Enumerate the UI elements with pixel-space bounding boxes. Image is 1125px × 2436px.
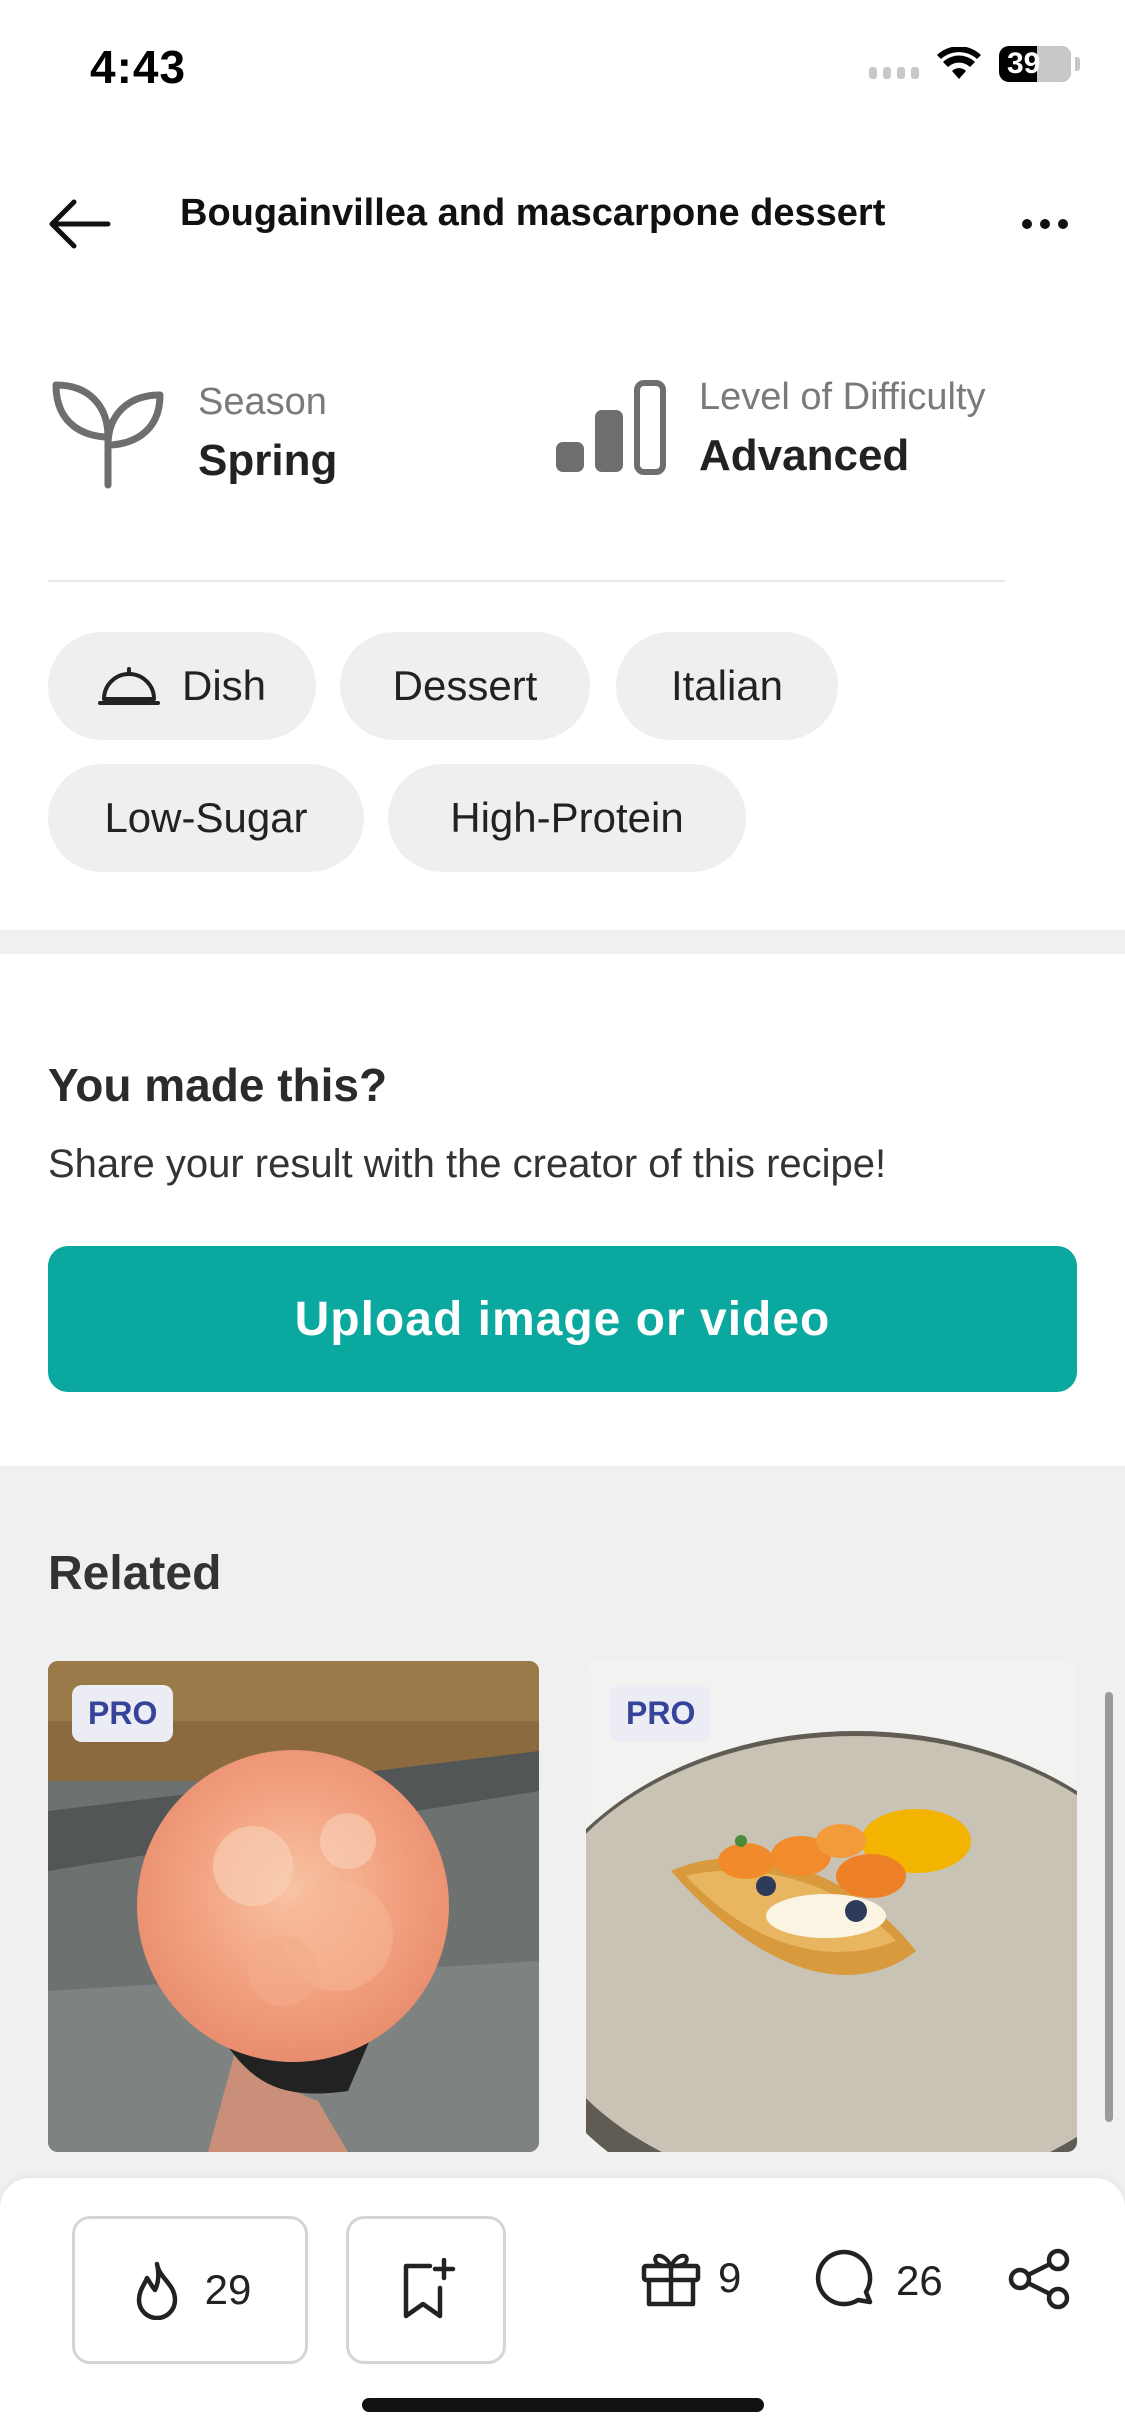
pro-badge: PRO	[72, 1685, 174, 1742]
tag-label: Low-Sugar	[104, 794, 308, 841]
comment-button[interactable]: 26	[814, 2248, 943, 2314]
home-indicator	[362, 2398, 764, 2412]
page-title: Bougainvillea and mascarpone dessert	[180, 192, 886, 234]
recipe-meta: Season Spring Level of Difficulty Advanc…	[48, 375, 1008, 495]
difficulty-label: Level of Difficulty	[699, 376, 986, 418]
season-label: Season	[198, 381, 327, 424]
season-info: Season Spring	[48, 375, 337, 491]
more-dot	[1040, 219, 1050, 229]
tag-italian[interactable]: Italian	[616, 632, 838, 740]
divider	[48, 580, 1005, 582]
sprout-icon	[52, 381, 164, 489]
more-dot	[1058, 219, 1068, 229]
gift-count: 9	[718, 2254, 742, 2301]
battery-level: 39	[1007, 47, 1041, 80]
cloche-icon	[97, 667, 160, 705]
tag-high-protein[interactable]: High-Protein	[388, 764, 746, 872]
related-card[interactable]: PRO	[586, 1661, 1077, 2152]
tag-dish[interactable]: Dish	[48, 632, 316, 740]
more-options-button[interactable]	[1005, 188, 1085, 260]
more-dot	[1022, 219, 1032, 229]
related-card[interactable]: PRO	[48, 1661, 539, 2152]
tag-dessert[interactable]: Dessert	[340, 632, 590, 740]
section-separator	[0, 930, 1125, 954]
wifi-icon	[937, 47, 981, 79]
tag-label: High-Protein	[450, 794, 684, 841]
tag-label: Dish	[181, 662, 267, 709]
share-button[interactable]	[1008, 2248, 1072, 2310]
battery-nub	[1075, 57, 1080, 71]
battery-icon: 39	[999, 46, 1071, 82]
tag-label: Italian	[670, 662, 784, 709]
status-bar: 4:43 39	[0, 0, 1125, 140]
bookmark-plus-icon	[403, 2258, 456, 2319]
comment-count: 26	[896, 2257, 943, 2304]
share-icon	[1008, 2248, 1070, 2310]
comment-icon	[815, 2249, 873, 2307]
season-value: Spring	[198, 435, 338, 485]
gift-button[interactable]: 9	[640, 2248, 741, 2308]
signal-icon	[869, 49, 919, 79]
like-button[interactable]: 29	[72, 2216, 308, 2364]
scrollbar[interactable]	[1105, 1692, 1113, 2122]
gift-icon	[641, 2253, 701, 2307]
made-this-subtitle: Share your result with the creator of th…	[48, 1142, 887, 1186]
difficulty-bars-icon	[556, 379, 666, 475]
made-this-title: You made this?	[48, 1059, 388, 1111]
save-button[interactable]	[346, 2216, 506, 2364]
header: Bougainvillea and mascarpone dessert	[0, 170, 1125, 270]
upload-button[interactable]: Upload image or video	[48, 1246, 1077, 1392]
back-button[interactable]	[44, 188, 116, 260]
difficulty-info: Level of Difficulty Advanced	[553, 375, 986, 481]
bottom-action-bar: 29 9 26	[0, 2178, 1125, 2436]
tag-low-sugar[interactable]: Low-Sugar	[48, 764, 364, 872]
related-title: Related	[48, 1547, 222, 1600]
flame-icon	[136, 2261, 177, 2320]
tag-label: Dessert	[392, 662, 538, 709]
pro-badge: PRO	[610, 1685, 712, 1742]
status-time: 4:43	[90, 41, 187, 93]
status-icons: 39	[869, 46, 1080, 82]
arrow-left-icon	[49, 199, 111, 249]
like-count: 29	[204, 2266, 252, 2313]
difficulty-value: Advanced	[699, 430, 910, 480]
